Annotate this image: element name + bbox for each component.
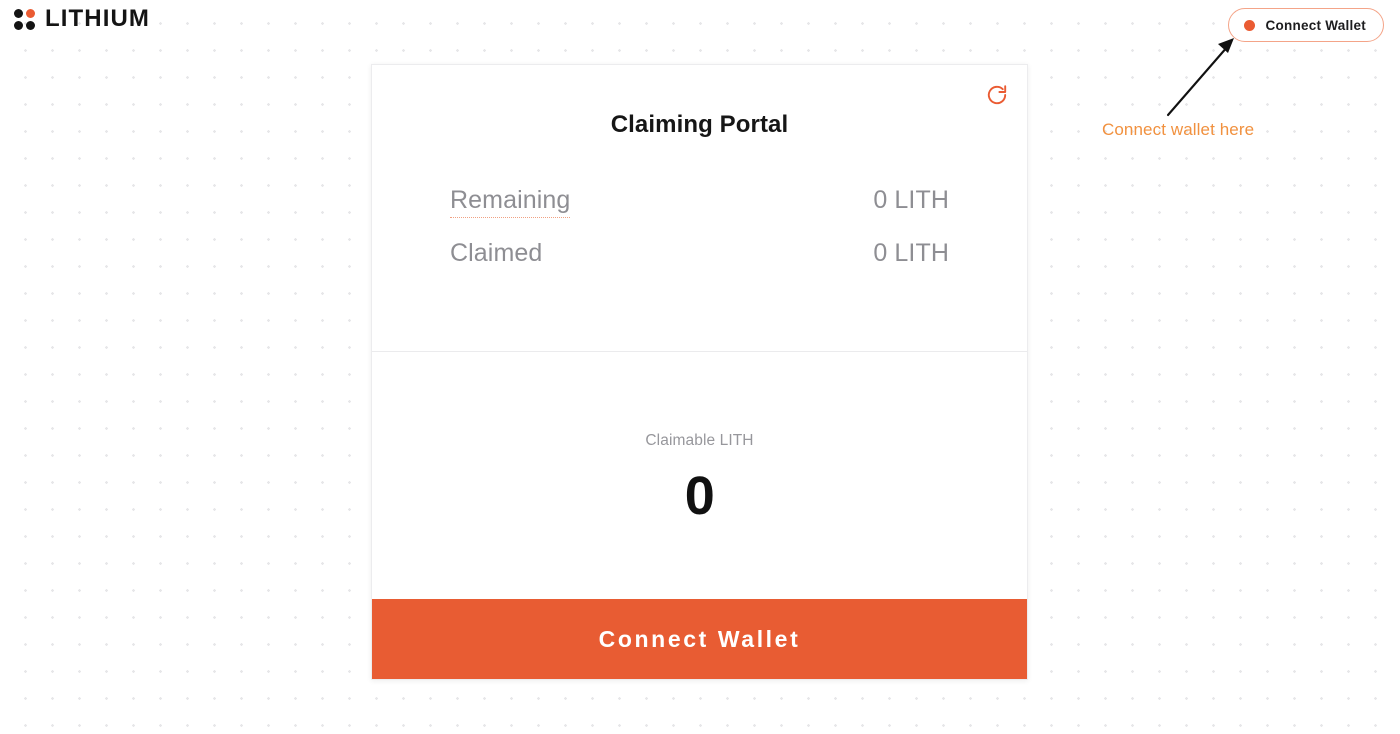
claiming-portal-card: Claiming Portal Remaining 0 LITH Claimed…: [371, 64, 1028, 680]
top-bar: LITHIUM Connect Wallet: [0, 0, 1400, 50]
claimable-amount: 0: [684, 466, 715, 526]
claimable-section: Claimable LITH 0: [372, 352, 1027, 599]
page-title: Claiming Portal: [610, 111, 789, 138]
header-connect-wallet-label: Connect Wallet: [1265, 17, 1366, 33]
stat-value-claimed: 0 LITH: [873, 239, 949, 267]
connect-wallet-button[interactable]: Connect Wallet: [372, 599, 1027, 679]
claimable-label: Claimable LITH: [645, 432, 754, 449]
card-top-section: Claiming Portal Remaining 0 LITH Claimed…: [372, 65, 1027, 352]
stat-label-claimed: Claimed: [450, 239, 543, 267]
stat-row-remaining: Remaining 0 LITH: [450, 186, 949, 239]
stat-row-claimed: Claimed 0 LITH: [450, 239, 949, 292]
refresh-icon[interactable]: [984, 82, 1010, 108]
stat-label-remaining[interactable]: Remaining: [450, 186, 571, 218]
header-connect-wallet-button[interactable]: Connect Wallet: [1228, 8, 1384, 42]
four-dot-grid-icon: [14, 9, 35, 30]
status-dot-icon: [1244, 19, 1256, 31]
logo-dot-bottom-right: [26, 21, 35, 30]
brand-name: LITHIUM: [45, 5, 151, 32]
stats-list: Remaining 0 LITH Claimed 0 LITH: [372, 186, 1027, 292]
stat-value-remaining: 0 LITH: [873, 186, 949, 214]
annotation-label: Connect wallet here: [1102, 120, 1255, 139]
logo-dot-top-right: [26, 9, 35, 18]
logo-dot-bottom-left: [14, 21, 23, 30]
logo-dot-top-left: [14, 9, 23, 18]
brand-logo[interactable]: LITHIUM: [14, 7, 150, 31]
